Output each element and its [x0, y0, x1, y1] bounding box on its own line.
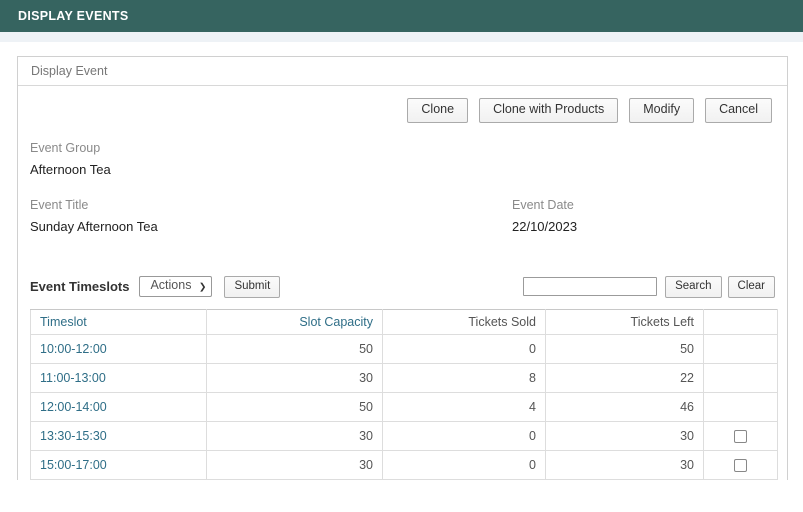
search-input[interactable] [523, 277, 658, 297]
panel-action-buttons: Clone Clone with Products Modify Cancel [30, 98, 775, 123]
cell-timeslot: 10:00-12:00 [30, 333, 207, 364]
sort-link-timeslot[interactable]: Timeslot [40, 315, 87, 329]
event-title-date-row: Event Title Sunday Afternoon Tea Event D… [30, 198, 775, 234]
cell-select [703, 391, 778, 422]
table-row: 10:00-12:00 50 0 50 [30, 333, 778, 364]
app-title: DISPLAY EVENTS [18, 9, 129, 23]
timeslots-table: Timeslot Slot Capacity Tickets Sold Tick… [30, 308, 778, 480]
cell-select [703, 420, 778, 451]
timeslot-link[interactable]: 10:00-12:00 [40, 342, 107, 356]
actions-select-wrapper: Actions ❯ [139, 276, 213, 298]
cell-tickets-left: 30 [545, 420, 704, 451]
cell-slot-capacity: 30 [206, 420, 383, 451]
page-content: Display Event Clone Clone with Products … [0, 42, 803, 480]
timeslot-link[interactable]: 15:00-17:00 [40, 458, 107, 472]
event-group-row: Event Group Afternoon Tea [30, 141, 775, 177]
column-label-tickets-left: Tickets Left [630, 314, 694, 329]
column-header-timeslot: Timeslot [30, 308, 207, 335]
cell-select [703, 333, 778, 364]
cell-tickets-left: 30 [545, 449, 704, 480]
cell-tickets-left: 50 [545, 333, 704, 364]
column-header-tickets-left: Tickets Left [545, 308, 704, 335]
clear-button[interactable]: Clear [727, 275, 775, 298]
clone-button[interactable]: Clone [407, 98, 469, 123]
cell-slot-capacity: 50 [206, 333, 383, 364]
timeslots-table-head: Timeslot Slot Capacity Tickets Sold Tick… [30, 308, 778, 335]
timeslot-link[interactable]: 13:30-15:30 [40, 429, 107, 443]
display-event-panel: Display Event Clone Clone with Products … [17, 56, 788, 480]
table-row: 12:00-14:00 50 4 46 [30, 391, 778, 422]
event-title-field: Event Title Sunday Afternoon Tea [30, 198, 512, 234]
event-date-label: Event Date [512, 197, 574, 212]
timeslots-toolbar: Event Timeslots Actions ❯ Submit Search … [30, 275, 775, 298]
cell-slot-capacity: 50 [206, 391, 383, 422]
event-date-value: 22/10/2023 [512, 218, 578, 234]
cell-tickets-sold: 0 [382, 420, 546, 451]
clone-with-products-button[interactable]: Clone with Products [479, 98, 619, 123]
event-group-label: Event Group [30, 140, 101, 155]
event-group-field: Event Group Afternoon Tea [30, 141, 512, 177]
timeslots-table-body: 10:00-12:00 50 0 50 11:00-13:00 30 8 22 [30, 333, 778, 480]
cell-select [703, 362, 778, 393]
panel-body: Clone Clone with Products Modify Cancel … [18, 86, 787, 480]
column-header-tickets-sold: Tickets Sold [382, 308, 546, 335]
cell-timeslot: 15:00-17:00 [30, 449, 207, 480]
cell-tickets-sold: 0 [382, 333, 546, 364]
search-button[interactable]: Search [665, 275, 722, 298]
cell-tickets-sold: 0 [382, 449, 546, 480]
modify-button[interactable]: Modify [629, 98, 695, 123]
header-accent-strip [0, 32, 803, 42]
row-select-checkbox[interactable] [734, 429, 747, 443]
table-row: 15:00-17:00 30 0 30 [30, 449, 778, 480]
event-title-label: Event Title [30, 197, 89, 212]
timeslots-section-title: Event Timeslots [30, 279, 130, 295]
cell-tickets-sold: 8 [382, 362, 546, 393]
row-select-checkbox[interactable] [734, 458, 747, 472]
submit-button[interactable]: Submit [224, 275, 281, 298]
cell-tickets-left: 22 [545, 362, 704, 393]
table-header-row: Timeslot Slot Capacity Tickets Sold Tick… [30, 308, 778, 335]
column-header-select [703, 308, 778, 335]
timeslot-link[interactable]: 12:00-14:00 [40, 400, 107, 414]
cell-select [703, 449, 778, 480]
actions-select[interactable]: Actions [139, 276, 213, 298]
table-row: 11:00-13:00 30 8 22 [30, 362, 778, 393]
column-header-slot-capacity: Slot Capacity [206, 308, 383, 335]
cell-slot-capacity: 30 [206, 362, 383, 393]
app-header-bar: DISPLAY EVENTS [0, 0, 803, 32]
column-label-tickets-sold: Tickets Sold [468, 314, 536, 329]
cell-timeslot: 11:00-13:00 [30, 362, 207, 393]
panel-title: Display Event [31, 64, 108, 78]
cell-tickets-sold: 4 [382, 391, 546, 422]
cell-timeslot: 12:00-14:00 [30, 391, 207, 422]
cell-slot-capacity: 30 [206, 449, 383, 480]
panel-header: Display Event [18, 57, 787, 86]
event-date-field: Event Date 22/10/2023 [512, 198, 577, 234]
cell-tickets-left: 46 [545, 391, 704, 422]
event-details: Event Group Afternoon Tea Event Title Su… [30, 141, 775, 234]
table-row: 13:30-15:30 30 0 30 [30, 420, 778, 451]
cell-timeslot: 13:30-15:30 [30, 420, 207, 451]
sort-link-slot-capacity[interactable]: Slot Capacity [299, 315, 373, 329]
timeslot-link[interactable]: 11:00-13:00 [40, 371, 106, 385]
cancel-button[interactable]: Cancel [705, 98, 772, 123]
event-group-value: Afternoon Tea [30, 161, 111, 177]
event-title-value: Sunday Afternoon Tea [30, 218, 158, 234]
